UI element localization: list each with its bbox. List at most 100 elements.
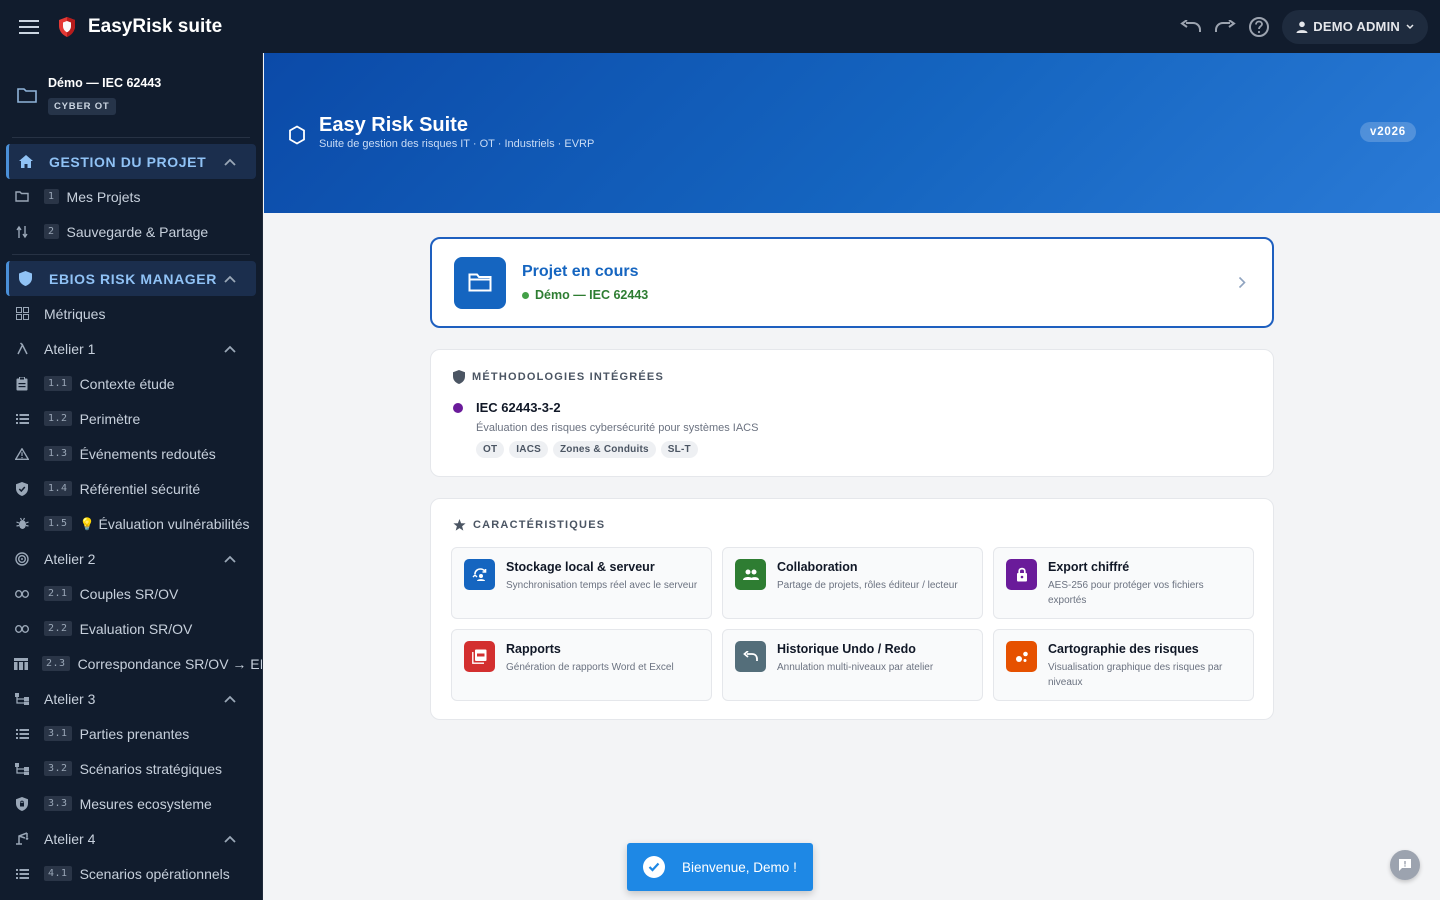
status-dot <box>522 291 529 299</box>
shield-icon <box>453 370 465 384</box>
chevron-up-icon <box>224 835 236 843</box>
sidebar-section-ebios[interactable]: EBIOS RISK MANAGER <box>6 261 256 296</box>
feature-description: Synchronisation temps réel avec le serve… <box>506 580 698 591</box>
sidebar-item-perimetre[interactable]: 1.2 Perimètre <box>0 401 262 436</box>
sidebar-item-sauvegarde[interactable]: 2 Sauvegarde & Partage <box>0 214 262 249</box>
sidebar-item-parties-prenantes[interactable]: 3.1 Parties prenantes <box>0 716 262 751</box>
chat-icon <box>1399 859 1411 871</box>
feature-title: Export chiffré <box>1048 560 1130 574</box>
sidebar-item-scenarios-strategiques[interactable]: 3.2 Scénarios stratégiques <box>0 751 262 786</box>
divider <box>12 137 250 138</box>
sidebar-item-label: Scenarios opérationnels <box>79 865 230 882</box>
sidebar-item-evaluation-sr-ov[interactable]: 2.2 Evaluation SR/OV <box>0 611 262 646</box>
divider <box>12 254 250 255</box>
item-number: 4.1 <box>44 866 72 881</box>
sidebar-section-gestion-projet[interactable]: GESTION DU PROJET <box>6 144 256 179</box>
grid-icon <box>14 307 30 320</box>
shield-check-icon <box>14 481 30 496</box>
tag: IACS <box>509 441 548 458</box>
folder-icon <box>454 256 506 309</box>
lightbulb-icon: 💡 <box>79 516 95 531</box>
list-icon <box>14 728 30 739</box>
person-icon <box>1296 21 1308 33</box>
app-title: EasyRisk suite <box>88 15 223 37</box>
methodologies-card: MÉTHODOLOGIES INTÉGRÉES IEC 62443-3-2 Év… <box>430 349 1274 477</box>
sidebar-item-metriques[interactable]: Métriques <box>0 296 262 331</box>
section-title: CARACTÉRISTIQUES <box>473 519 606 531</box>
user-name: DEMO ADMIN <box>1313 19 1400 34</box>
methodology-tags: OT IACS Zones & Conduits SL-T <box>476 441 758 458</box>
hierarchy-icon <box>14 692 30 705</box>
sidebar-item-correspondance-sr-ov[interactable]: 2.3 Correspondance SR/OV → EI <box>0 646 262 681</box>
sidebar-item-evaluation-vulnerabilites[interactable]: 1.5 💡 Évaluation vulnérabilités <box>0 506 262 541</box>
clipboard-icon <box>14 376 30 391</box>
sidebar-item-label: Sauvegarde & Partage <box>66 223 209 240</box>
help-icon <box>1249 16 1270 37</box>
feature-description: Annulation multi-niveaux par atelier <box>777 662 934 673</box>
sidebar-item-atelier-3[interactable]: Atelier 3 <box>0 681 262 716</box>
methodology-name: IEC 62443-3-2 <box>476 400 561 415</box>
help-button[interactable] <box>1242 10 1276 44</box>
page-subtitle: Suite de gestion des risques IT · OT · I… <box>319 138 595 150</box>
sidebar-item-label: Correspondance SR/OV → EI <box>77 655 263 672</box>
star-icon <box>453 519 466 531</box>
tag: OT <box>476 441 505 458</box>
undo-icon <box>1180 19 1202 32</box>
undo-button[interactable] <box>1174 10 1208 44</box>
sidebar-item-scenarios-operationnels[interactable]: 4.1 Scenarios opérationnels <box>0 856 262 891</box>
item-number: 1.2 <box>44 411 72 426</box>
feature-description: Partage de projets, rôles éditeur / lect… <box>777 580 958 591</box>
shield-icon <box>19 271 35 286</box>
item-number: 3.3 <box>44 796 72 811</box>
sidebar-item-couples-sr-ov[interactable]: 2.1 Couples SR/OV <box>0 576 262 611</box>
feature-export-chiffre: Export chiffré AES-256 pour protéger vos… <box>993 547 1254 619</box>
undo-icon <box>735 641 766 672</box>
bubble-chart-icon <box>1006 641 1037 672</box>
link-icon <box>14 624 30 633</box>
sidebar-item-mes-projets[interactable]: 1 Mes Projets <box>0 179 262 214</box>
methodologies-heading: MÉTHODOLOGIES INTÉGRÉES <box>453 370 664 384</box>
sidebar-item-label: Mesures ecosysteme <box>79 795 212 812</box>
redo-button[interactable] <box>1208 10 1242 44</box>
current-project-card[interactable]: Projet en cours Démo — IEC 62443 <box>430 237 1274 328</box>
tag: Zones & Conduits <box>553 441 656 458</box>
item-number: 2.2 <box>44 621 72 636</box>
sidebar-item-label: Atelier 3 <box>44 690 96 707</box>
sync-icon <box>464 559 495 590</box>
table-icon <box>14 657 28 670</box>
sidebar-item-evenements-redoutes[interactable]: 1.3 Événements redoutés <box>0 436 262 471</box>
menu-button[interactable] <box>0 0 58 53</box>
toast-message: Bienvenue, Demo ! <box>682 859 797 875</box>
sidebar-item-label: Evaluation SR/OV <box>79 620 193 637</box>
methodology-description: Évaluation des risques cybersécurité pou… <box>476 422 759 434</box>
sidebar-item-label: Évaluation vulnérabilités <box>98 515 250 532</box>
sidebar-project-badge: CYBER OT <box>48 97 116 115</box>
sidebar-item-atelier-2[interactable]: Atelier 2 <box>0 541 262 576</box>
sidebar-item-label: Atelier 1 <box>44 340 96 357</box>
feature-title: Collaboration <box>777 560 858 574</box>
sidebar-item-atelier-4[interactable]: Atelier 4 <box>0 821 262 856</box>
welcome-toast[interactable]: Bienvenue, Demo ! <box>627 843 813 891</box>
sidebar-item-mesures-ecosysteme[interactable]: 3.3 Mesures ecosysteme <box>0 786 262 821</box>
sidebar-item-label: Atelier 2 <box>44 550 96 567</box>
features-heading: CARACTÉRISTIQUES <box>453 519 605 531</box>
feature-rapports: Rapports Génération de rapports Word et … <box>451 629 712 701</box>
sidebar-item-atelier-1[interactable]: Atelier 1 <box>0 331 262 366</box>
list-icon <box>14 413 30 424</box>
sidebar-section-title: GESTION DU PROJET <box>49 153 207 170</box>
current-project-name: Démo — IEC 62443 <box>535 288 649 302</box>
feedback-button[interactable] <box>1390 850 1420 880</box>
sidebar-item-contexte-etude[interactable]: 1.1 Contexte étude <box>0 366 262 401</box>
sidebar-section-title: EBIOS RISK MANAGER <box>49 270 217 287</box>
item-number: 2.1 <box>44 586 72 601</box>
target-icon <box>14 551 30 566</box>
sidebar-project-header[interactable]: Démo — IEC 62443 CYBER OT <box>0 53 262 137</box>
sidebar-item-label: Contexte étude <box>79 375 175 392</box>
chevron-up-icon <box>224 555 236 563</box>
sidebar-item-referentiel-securite[interactable]: 1.4 Référentiel sécurité <box>0 471 262 506</box>
crane-icon <box>14 832 30 845</box>
current-project-title: Projet en cours <box>522 263 639 280</box>
page-title: Easy Risk Suite <box>319 114 468 136</box>
folder-icon <box>17 88 37 103</box>
user-menu-button[interactable]: DEMO ADMIN <box>1282 9 1428 44</box>
